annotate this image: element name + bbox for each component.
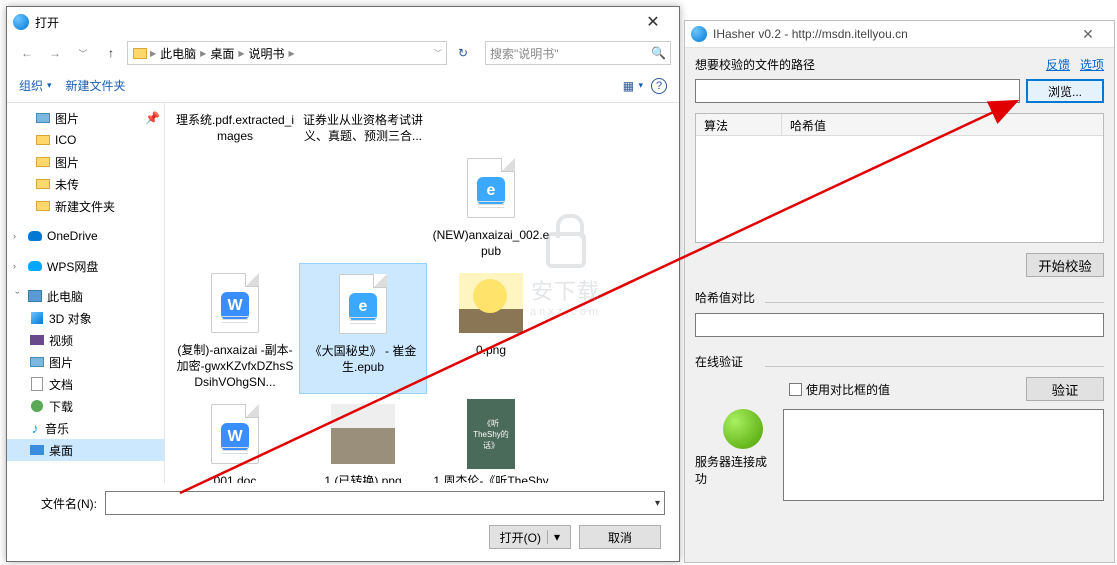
navbar: ← → ﹀ ↑ ▶ 此电脑 ▶ 桌面 ▶ 说明书 ▶ ﹀ ↻ 搜索"说明书" 🔍 bbox=[7, 37, 679, 69]
folder-icon bbox=[133, 48, 147, 59]
sidebar-item-3d[interactable]: 3D 对象 bbox=[7, 307, 164, 329]
cancel-button[interactable]: 取消 bbox=[579, 525, 661, 549]
toolbar: 组织 ▾ 新建文件夹 ▦ ▾ ? bbox=[7, 69, 679, 103]
crumb-2[interactable]: 说明书 bbox=[247, 45, 287, 62]
hasher-close-icon[interactable]: ✕ bbox=[1068, 22, 1108, 46]
nav-forward-icon: → bbox=[43, 41, 67, 65]
sidebar-item-video[interactable]: 视频 bbox=[7, 329, 164, 351]
sidebar-item-pictures[interactable]: 图片📌 bbox=[13, 107, 164, 129]
verify-button[interactable]: 验证 bbox=[1026, 377, 1104, 401]
file-item[interactable]: W001.doc bbox=[171, 394, 299, 483]
hasher-app-icon bbox=[691, 26, 707, 42]
sidebar[interactable]: 图片📌 ICO 图片 未传 新建文件夹 ›OneDrive ›WPS网盘 ›此电… bbox=[7, 103, 165, 483]
file-item[interactable]: 理系统.pdf.extracted_images bbox=[171, 109, 299, 148]
open-button[interactable]: 打开(O) bbox=[489, 525, 571, 549]
server-status: 服务器连接成功 bbox=[695, 453, 773, 487]
breadcrumb-dropdown-icon[interactable]: ﹀ bbox=[434, 48, 442, 59]
refresh-icon[interactable]: ↻ bbox=[451, 42, 475, 64]
pin-icon: 📌 bbox=[145, 111, 160, 125]
path-label: 想要校验的文件的路径 bbox=[695, 56, 815, 73]
hasher-window: IHasher v0.2 - http://msdn.itellyou.cn ✕… bbox=[684, 20, 1115, 563]
hash-table[interactable]: 算法 哈希值 bbox=[695, 113, 1104, 243]
col-hash[interactable]: 哈希值 bbox=[782, 114, 1103, 135]
nav-recent-icon[interactable]: ﹀ bbox=[71, 41, 95, 65]
start-button[interactable]: 开始校验 bbox=[1026, 253, 1104, 277]
col-algorithm[interactable]: 算法 bbox=[696, 114, 782, 135]
music-icon: ♪ bbox=[29, 421, 41, 435]
chevron-down-icon[interactable]: ▾ bbox=[655, 498, 660, 509]
file-item[interactable]: 《听TheShy的话》1 周杰伦-《听TheShy的话》.flv bbox=[427, 394, 555, 483]
file-list[interactable]: 理系统.pdf.extracted_images 证券业从业资格考试讲义、真题、… bbox=[165, 103, 679, 483]
compare-label: 哈希值对比 bbox=[695, 289, 1104, 306]
hasher-titlebar: IHasher v0.2 - http://msdn.itellyou.cn ✕ bbox=[685, 21, 1114, 48]
browse-button[interactable]: 浏览... bbox=[1026, 79, 1104, 103]
sidebar-item-onedrive[interactable]: ›OneDrive bbox=[7, 225, 164, 247]
feedback-link[interactable]: 反馈 bbox=[1046, 56, 1070, 73]
search-icon: 🔍 bbox=[651, 46, 666, 60]
status-orb-icon bbox=[723, 409, 763, 449]
search-placeholder: 搜索"说明书" bbox=[490, 45, 559, 62]
sidebar-item-docs[interactable]: 文档 bbox=[7, 373, 164, 395]
nav-up-icon[interactable]: ↑ bbox=[99, 41, 123, 65]
sidebar-item-untransferred[interactable]: 未传 bbox=[13, 173, 164, 195]
file-item[interactable]: 证券业从业资格考试讲义、真题、预测三合... bbox=[299, 109, 427, 148]
dialog-footer: 文件名(N): ▾ 打开(O) 取消 bbox=[7, 483, 679, 557]
video-thumbnail: 《听TheShy的话》 bbox=[467, 399, 515, 469]
app-icon bbox=[13, 14, 29, 30]
online-label: 在线验证 bbox=[695, 353, 1104, 370]
sidebar-item-pictures2[interactable]: 图片 bbox=[13, 151, 164, 173]
sidebar-item-ico[interactable]: ICO bbox=[13, 129, 164, 151]
sidebar-item-newfolder[interactable]: 新建文件夹 bbox=[13, 195, 164, 217]
organize-button[interactable]: 组织 bbox=[19, 77, 43, 94]
titlebar: 打开 ✕ bbox=[7, 7, 679, 37]
crumb-1[interactable]: 桌面 bbox=[208, 45, 236, 62]
compare-input[interactable] bbox=[695, 313, 1104, 337]
sidebar-item-music[interactable]: ♪音乐 bbox=[7, 417, 164, 439]
breadcrumb[interactable]: ▶ 此电脑 ▶ 桌面 ▶ 说明书 ▶ ﹀ bbox=[127, 41, 447, 65]
sidebar-item-downloads[interactable]: 下载 bbox=[7, 395, 164, 417]
nav-back-icon[interactable]: ← bbox=[15, 41, 39, 65]
path-input[interactable] bbox=[695, 79, 1020, 103]
filename-input[interactable]: ▾ bbox=[105, 491, 665, 515]
result-box[interactable] bbox=[783, 409, 1104, 501]
file-item[interactable]: W(复制)-anxaizai -副本-加密-gwxKZvfxDZhsSDsihV… bbox=[171, 263, 299, 394]
view-icon[interactable]: ▦ bbox=[618, 76, 638, 96]
crumb-0[interactable]: 此电脑 bbox=[158, 45, 198, 62]
options-link[interactable]: 选项 bbox=[1080, 56, 1104, 73]
sidebar-item-desktop[interactable]: 桌面 bbox=[7, 439, 164, 461]
file-item[interactable]: 0.png bbox=[427, 263, 555, 394]
file-item[interactable]: 1 (已转换).png bbox=[299, 394, 427, 483]
image-thumbnail bbox=[331, 404, 395, 464]
sidebar-item-wps[interactable]: ›WPS网盘 bbox=[7, 255, 164, 277]
search-input[interactable]: 搜索"说明书" 🔍 bbox=[485, 41, 671, 65]
filename-label: 文件名(N): bbox=[21, 495, 97, 512]
checkbox-icon bbox=[789, 383, 802, 396]
close-icon[interactable]: ✕ bbox=[633, 8, 673, 36]
open-dialog: 打开 ✕ ← → ﹀ ↑ ▶ 此电脑 ▶ 桌面 ▶ 说明书 ▶ ﹀ ↻ 搜索"说… bbox=[6, 6, 680, 562]
dialog-title: 打开 bbox=[35, 14, 59, 31]
new-folder-button[interactable]: 新建文件夹 bbox=[66, 77, 126, 94]
sidebar-item-pictures3[interactable]: 图片 bbox=[7, 351, 164, 373]
file-item-selected[interactable]: e《大国秘史》 - 崔金生.epub bbox=[299, 263, 427, 394]
use-compare-checkbox[interactable]: 使用对比框的值 bbox=[789, 381, 890, 398]
file-item[interactable]: e(NEW)anxaizai_002.epub bbox=[427, 148, 555, 263]
sidebar-item-thispc[interactable]: ›此电脑 bbox=[7, 285, 164, 307]
help-icon[interactable]: ? bbox=[651, 78, 667, 94]
hasher-title: IHasher v0.2 - http://msdn.itellyou.cn bbox=[713, 27, 908, 41]
image-thumbnail bbox=[459, 273, 523, 333]
